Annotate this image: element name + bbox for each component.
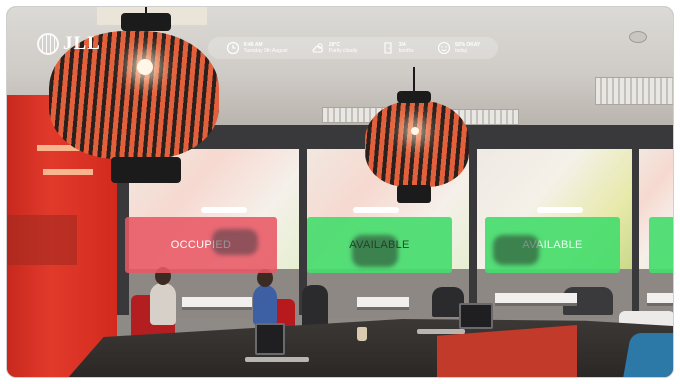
booth-lamp xyxy=(537,207,583,213)
booking-tablet xyxy=(255,323,285,355)
power-outlet xyxy=(245,357,309,362)
lamp-cap xyxy=(397,91,431,103)
info-mood-label: today xyxy=(454,48,468,54)
company-logo: JLL xyxy=(37,33,101,55)
booth-table xyxy=(495,293,577,306)
ceiling-sensor-icon xyxy=(629,31,647,43)
lamp-bulb xyxy=(411,127,419,135)
booth-table xyxy=(357,297,409,310)
lamp-shade xyxy=(365,101,469,187)
info-time: 9:46 AM Tuesday 9th August xyxy=(226,41,288,55)
info-weather: 28°C Partly cloudy xyxy=(311,41,358,55)
booth-table xyxy=(647,293,673,306)
clock-icon xyxy=(226,41,239,55)
lamp-cap xyxy=(397,185,431,203)
cloud-sun-icon xyxy=(312,43,323,53)
lamp-cap xyxy=(121,13,171,31)
blur-overlay xyxy=(493,235,539,265)
info-bar: 9:46 AM Tuesday 9th August 28°C Partly c… xyxy=(208,37,498,59)
door-icon xyxy=(384,42,392,54)
person-seated xyxy=(150,283,176,325)
booking-tablet xyxy=(459,303,493,329)
info-booths: 3/4 booths xyxy=(381,41,414,55)
blur-overlay xyxy=(212,229,258,255)
power-outlet xyxy=(417,329,465,334)
person-seated xyxy=(253,285,277,325)
blur-overlay xyxy=(352,235,398,267)
booth-table xyxy=(182,297,252,310)
coffee-cup xyxy=(357,327,367,341)
logo-mark-icon xyxy=(37,33,59,55)
pendant-lamp-small xyxy=(359,67,469,209)
info-date-value: Tuesday 9th August xyxy=(243,48,288,54)
info-mood: 92% OKAY today xyxy=(437,41,480,55)
wall-poster xyxy=(7,215,77,265)
logo-text: JLL xyxy=(63,33,101,54)
smiley-icon xyxy=(437,41,451,55)
info-booth-label: booths xyxy=(398,48,414,54)
ceiling-vent xyxy=(595,77,673,105)
booth-chair xyxy=(302,285,328,327)
lamp-bulb xyxy=(137,59,153,75)
blue-chair xyxy=(622,333,673,377)
info-weather-text: Partly cloudy xyxy=(328,48,358,54)
lamp-cap xyxy=(111,157,181,183)
booth-lamp xyxy=(201,207,247,213)
photo-frame: OCCUPIED AVAILABLE AVAILABLE JLL xyxy=(6,6,674,378)
status-sign-available xyxy=(649,217,673,273)
